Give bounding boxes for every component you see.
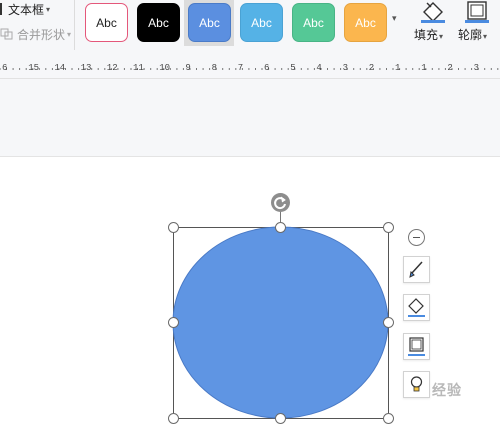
resize-handle-left[interactable] [168, 317, 179, 328]
text-box-icon [0, 3, 2, 15]
brush-icon [409, 261, 423, 278]
shape-style-quick-button[interactable] [403, 256, 430, 283]
merge-shapes-icon [0, 28, 13, 40]
ruler-label: 10 [159, 63, 170, 73]
resize-handle-bottom-right[interactable] [383, 413, 394, 424]
ruler-label: 1 [421, 63, 427, 73]
outline-button[interactable]: 轮廓▾ [458, 0, 500, 50]
resize-handle-bottom[interactable] [275, 413, 286, 424]
fill-bucket-icon [408, 298, 425, 317]
style-preset-2[interactable]: Abc [137, 3, 180, 42]
outline-icon [408, 337, 425, 356]
lightbulb-icon [410, 376, 423, 392]
collapse-toolbar-button[interactable] [408, 229, 425, 246]
resize-handle-top[interactable] [275, 222, 286, 233]
style-preset-1[interactable]: Abc [85, 3, 128, 42]
ruler-label: 8 [211, 63, 217, 73]
toolbar-separator [74, 0, 75, 50]
rotate-icon [274, 196, 286, 210]
workspace-background [0, 79, 500, 156]
fill-bucket-icon [421, 2, 445, 23]
outline-icon [465, 1, 489, 23]
tips-quick-button[interactable] [403, 371, 430, 398]
ruler-label: 6 [2, 63, 8, 73]
resize-handle-top-right[interactable] [383, 222, 394, 233]
text-box-label: 文本框 [8, 2, 45, 17]
ruler-label: 1 [395, 63, 401, 73]
resize-handle-top-left[interactable] [168, 222, 179, 233]
ruler-label: 13 [80, 63, 92, 73]
ruler-label: 11 [133, 63, 144, 73]
chevron-down-icon: ▾ [46, 4, 51, 14]
style-preset-3[interactable]: Abc [188, 3, 231, 42]
style-preset-6[interactable]: Abc [344, 3, 387, 42]
more-styles-icon[interactable]: ▾ [392, 14, 397, 24]
resize-handle-bottom-left[interactable] [168, 413, 179, 424]
resize-handle-right[interactable] [383, 317, 394, 328]
merge-shapes-label: 合并形状 [17, 27, 66, 42]
ruler-label: 2 [368, 63, 375, 73]
watermark-text: 经验 [432, 383, 462, 399]
horizontal-ruler[interactable]: 6 15 14 13 12 11 10 9 8 7 6 5 4 3 2 1 1 2 3 [0, 60, 500, 79]
ruler-label: 9 [185, 63, 191, 73]
fill-button[interactable]: 填充▾ [414, 0, 456, 50]
style-preset-4[interactable]: Abc [240, 3, 283, 42]
text-box-button[interactable]: 文本框 ▾ [0, 0, 50, 18]
ribbon-toolbar: 文本框 ▾ 合并形状 ▾ Abc Abc Abc Abc Abc Abc ▾ 填… [0, 0, 500, 60]
chevron-down-icon: ▾ [67, 29, 72, 39]
text-group: 文本框 ▾ 合并形状 ▾ [0, 0, 72, 60]
ruler-label: 5 [290, 63, 296, 73]
ruler-label: 4 [316, 63, 322, 73]
ruler-labels: 6 15 14 13 12 11 10 9 8 7 6 5 4 3 2 1 1 2 3 [0, 63, 500, 75]
ruler-label: 14 [54, 63, 66, 73]
ruler-label: 2 [447, 63, 453, 73]
chevron-down-icon: ▾ [483, 32, 488, 41]
outline-label: 轮廓 [458, 28, 483, 42]
ruler-label: 12 [106, 63, 118, 73]
merge-shapes-button[interactable]: 合并形状 ▾ [0, 25, 71, 43]
shape-style-gallery: Abc Abc Abc Abc Abc Abc [80, 0, 405, 48]
ruler-label: 3 [342, 63, 348, 73]
ruler-label: 6 [264, 63, 270, 73]
ruler-label: 7 [237, 63, 244, 73]
fill-quick-button[interactable] [403, 294, 430, 321]
outline-quick-button[interactable] [403, 333, 430, 360]
ruler-label: 15 [28, 63, 39, 73]
chevron-down-icon: ▾ [439, 32, 444, 41]
rotate-handle[interactable] [271, 193, 290, 212]
ruler-label: 3 [473, 63, 479, 73]
fill-label: 填充 [414, 28, 439, 42]
style-preset-5[interactable]: Abc [292, 3, 335, 42]
